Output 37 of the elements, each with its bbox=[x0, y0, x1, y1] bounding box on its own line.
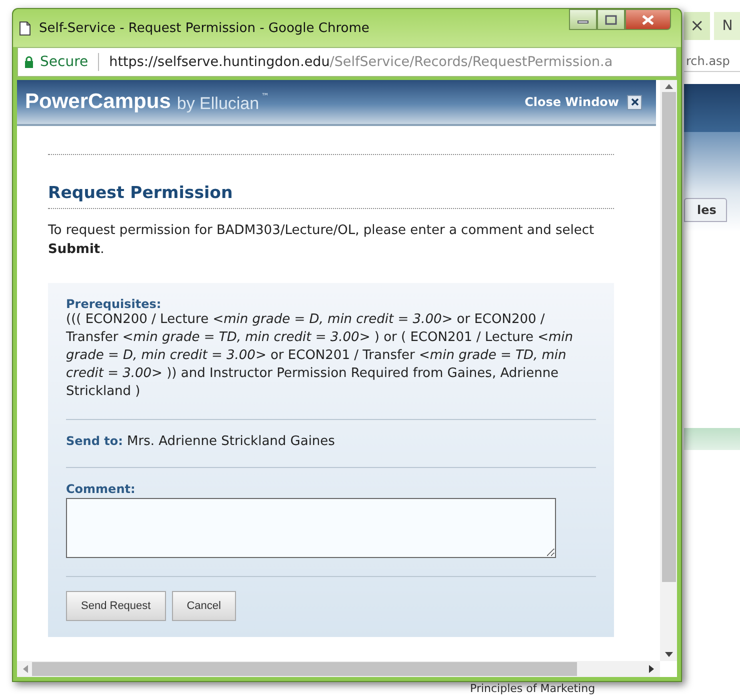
close-icon bbox=[642, 14, 654, 24]
browser-tab[interactable]: × bbox=[684, 12, 710, 40]
url-path: /SelfService/Records/RequestPermission.a bbox=[330, 54, 613, 70]
send-to-label: Send to: bbox=[66, 434, 123, 448]
close-icon[interactable]: × bbox=[690, 16, 704, 36]
url-host: https://selfserve.huntingdon.edu bbox=[109, 54, 330, 70]
close-icon[interactable] bbox=[627, 94, 642, 110]
brand-logo: PowerCampus bbox=[25, 90, 171, 114]
comment-field[interactable] bbox=[66, 498, 556, 558]
table-header bbox=[684, 428, 740, 450]
scroll-right-icon[interactable] bbox=[649, 665, 654, 673]
brand-tagline: by Ellucian bbox=[176, 94, 260, 114]
recipient-name: Mrs. Adrienne Strickland Gaines bbox=[127, 434, 335, 449]
page-heading: Request Permission bbox=[48, 182, 234, 204]
page-icon bbox=[19, 20, 31, 36]
trademark: ™ bbox=[261, 92, 270, 101]
lock-icon bbox=[24, 56, 34, 68]
prerequisites-label: Prerequisites: bbox=[66, 297, 162, 311]
send-request-button[interactable]: Send Request bbox=[66, 591, 166, 621]
address-bar[interactable]: Secure https://selfserve.huntingdon.edu/SelfService/Records/RequestPermission.a bbox=[17, 47, 677, 77]
close-button[interactable] bbox=[625, 9, 671, 30]
minimize-button[interactable] bbox=[569, 9, 597, 30]
close-window-link[interactable]: Close Window bbox=[524, 95, 619, 109]
browser-tab[interactable]: N bbox=[714, 12, 740, 40]
window-title: Self-Service - Request Permission - Google Chrome bbox=[39, 20, 370, 36]
prerequisites-text: ((( ECON200 / Lecture <min grade = D, min credit = 3.00> or ECON200 / Transfer <min grade = TD, min credit = 3.00> ) or ( ECON201 / Lecture <min grade = D, min credit = 3.00> or ECON201 / Transfer <min grade = TD, min credit = 3.00> )) and Instructor Permission Required from Gaines, Adrienne Strickland ) bbox=[66, 311, 574, 401]
scroll-up-icon[interactable] bbox=[664, 84, 672, 89]
comment-label: Comment: bbox=[66, 482, 136, 496]
scroll-down-icon[interactable] bbox=[664, 652, 672, 657]
maximize-button[interactable] bbox=[597, 9, 625, 30]
cancel-button[interactable]: Cancel bbox=[172, 591, 236, 621]
maximize-icon bbox=[605, 14, 617, 24]
course-title: Principles of Marketing bbox=[470, 682, 596, 695]
page-header bbox=[684, 84, 740, 132]
page-tab[interactable]: les bbox=[684, 198, 728, 222]
secure-label: Secure bbox=[40, 54, 88, 70]
instruction-text: To request permission for BADM303/Lecture/OL, please enter a comment and select Submit. bbox=[48, 222, 596, 259]
